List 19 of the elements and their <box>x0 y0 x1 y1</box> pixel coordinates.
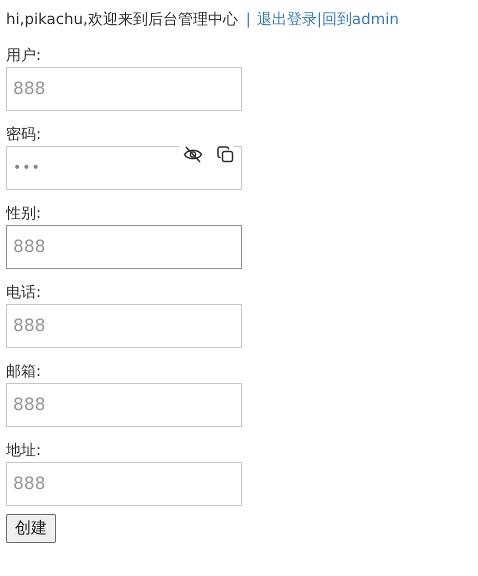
text-field[interactable]: 888 <box>6 383 242 427</box>
text-field[interactable]: 888 <box>6 462 242 506</box>
text-field[interactable]: 888 <box>6 225 242 269</box>
create-button[interactable]: 创建 <box>6 514 56 543</box>
field-label: 密码: <box>6 124 42 144</box>
field-label: 性别: <box>6 203 42 223</box>
field-label: 电话: <box>6 282 42 302</box>
greeting-text: hi,pikachu,欢迎来到后台管理中心 <box>6 10 238 28</box>
password-field[interactable]: ••• <box>6 146 242 190</box>
text-field[interactable]: 888 <box>6 67 242 111</box>
field-label: 用户: <box>6 45 42 65</box>
nav-link[interactable]: |回到admin <box>316 10 399 28</box>
separator: | <box>246 10 251 28</box>
field-label: 邮箱: <box>6 361 42 381</box>
nav-link[interactable]: 退出登录 <box>256 10 317 28</box>
field-label: 地址: <box>6 440 42 460</box>
text-field[interactable]: 888 <box>6 304 242 348</box>
copy-icon[interactable] <box>217 146 234 163</box>
hide-password-icon[interactable] <box>183 146 203 163</box>
